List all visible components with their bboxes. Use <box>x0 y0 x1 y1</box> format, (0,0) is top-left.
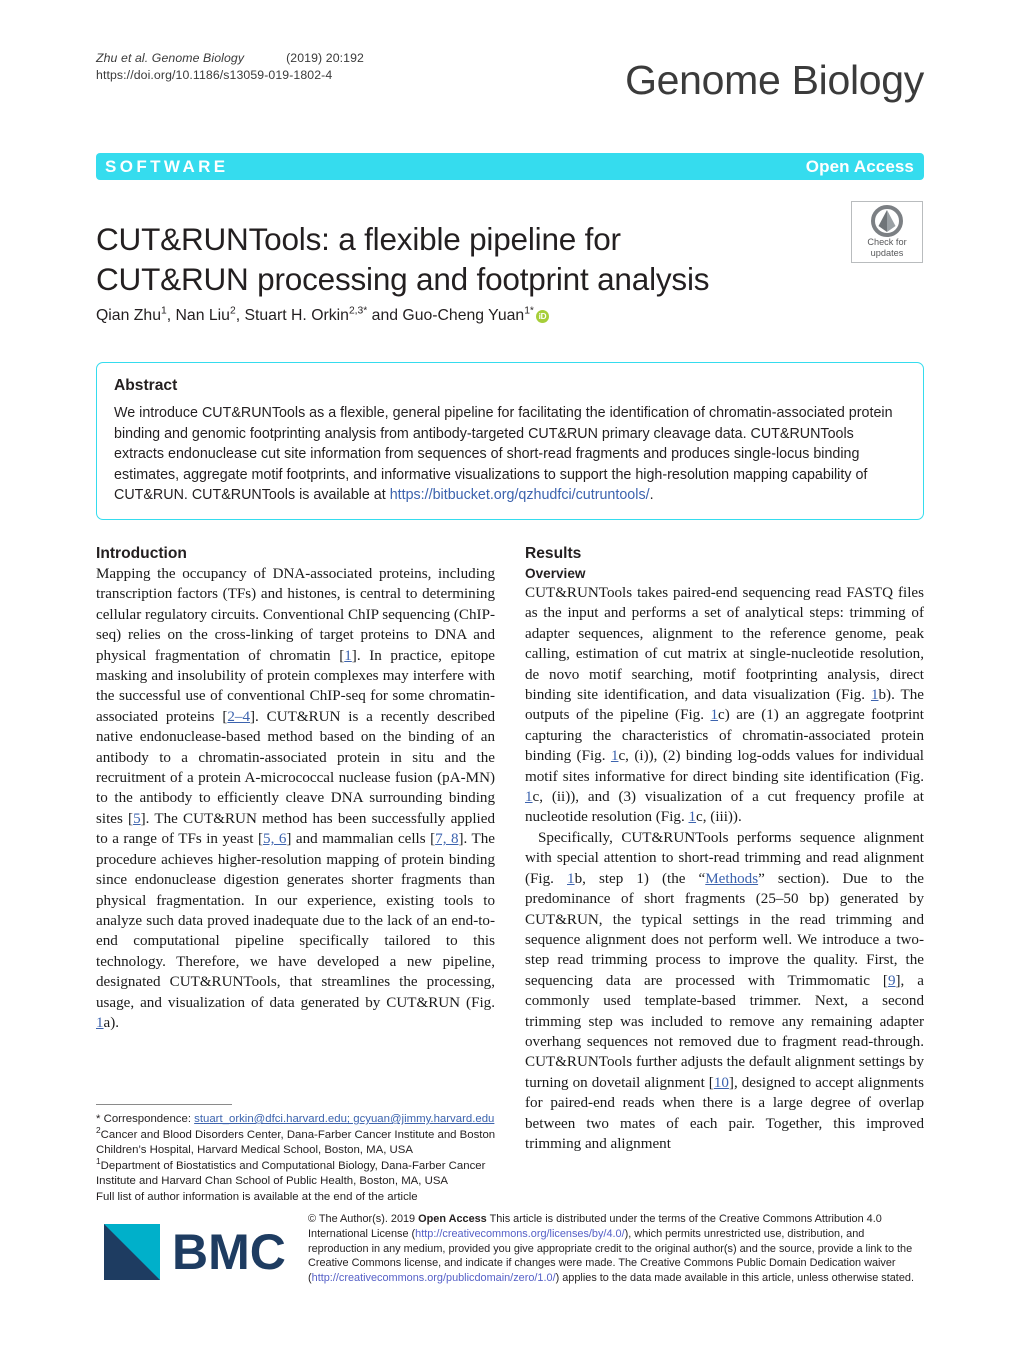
paragraph-text: a). <box>103 1014 120 1031</box>
overview-paragraph-1: CUT&RUNTools takes paired-end sequencing… <box>525 583 924 828</box>
overview-subheading: Overview <box>525 566 586 581</box>
abstract-trailing-period: . <box>649 487 654 504</box>
paragraph-text: ]. CUT&RUN is a recently described nativ… <box>96 708 495 827</box>
crossmark-label-line1: Check for <box>867 237 907 247</box>
bmc-logo: BMC <box>104 1224 294 1282</box>
paragraph-text: ]. The procedure achieves higher-resolut… <box>96 831 496 1011</box>
article-type-label: SOFTWARE <box>105 156 229 176</box>
article-page: Zhu et al. Genome Biology (2019) 20:192 h… <box>0 0 1020 1355</box>
citation-link[interactable]: 2–4 <box>227 709 250 725</box>
abstract-repository-link[interactable]: https://bitbucket.org/qzhudfci/cutruntoo… <box>390 487 650 503</box>
journal-logo: Genome Biology <box>625 57 924 103</box>
affiliation-2: 2Cancer and Blood Disorders Center, Dana… <box>96 1126 500 1159</box>
methods-section-link[interactable]: Methods <box>705 871 758 887</box>
author-name: Nan Liu <box>175 307 230 324</box>
copyright-text: ) applies to the data made available in … <box>555 1272 914 1285</box>
footnote-divider <box>96 1104 232 1105</box>
copyright-text: © The Author(s). 2019 <box>308 1213 419 1225</box>
introduction-heading: Introduction <box>96 545 187 562</box>
figure-link[interactable]: 1 <box>711 707 719 723</box>
author-separator: , <box>166 307 176 324</box>
introduction-paragraph: Mapping the occupancy of DNA-associated … <box>96 564 495 1033</box>
affiliation-1: 1Department of Biostatistics and Computa… <box>96 1157 500 1190</box>
orcid-icon[interactable]: iD <box>535 310 549 323</box>
article-type-banner: SOFTWARE Open Access <box>96 153 924 180</box>
paragraph-text: ], a commonly used template-based trimme… <box>525 972 925 1091</box>
crossmark-label: Check for updates <box>852 237 922 258</box>
open-access-emphasis: Open Access <box>418 1213 487 1225</box>
crossmark-badge[interactable]: Check for updates <box>851 201 923 263</box>
running-head-volume: (2019) 20:192 <box>286 51 364 65</box>
left-column: Introduction Mapping the occupancy of DN… <box>96 543 495 1033</box>
affiliation-text: Cancer and Blood Disorders Center, Dana-… <box>96 1128 496 1157</box>
crossmark-icon <box>871 205 903 237</box>
running-head-citation: Zhu et al. Genome Biology <box>96 51 245 65</box>
citation-link[interactable]: 10 <box>714 1075 729 1091</box>
license-link[interactable]: http://creativecommons.org/licenses/by/4… <box>415 1228 624 1240</box>
paragraph-text: c, (iii)). <box>696 809 742 826</box>
citation-link[interactable]: 1 <box>344 648 352 664</box>
paragraph-text: b, step 1) (the “ <box>574 870 706 887</box>
author-name: Stuart H. Orkin <box>244 307 349 324</box>
abstract-box: Abstract We introduce CUT&RUNTools as a … <box>96 362 924 520</box>
figure-link[interactable]: 1 <box>567 871 575 887</box>
overview-paragraph-2: Specifically, CUT&RUNTools performs sequ… <box>525 828 924 1155</box>
running-head: Zhu et al. Genome Biology (2019) 20:192 h… <box>96 50 556 84</box>
correspondence-label: * Correspondence: <box>96 1113 195 1125</box>
figure-link[interactable]: 1 <box>689 809 697 825</box>
paragraph-text: ” section). Due to the predominance of s… <box>525 870 924 989</box>
paragraph-text: ] and mammalian cells [ <box>286 831 436 848</box>
citation-link[interactable]: 9 <box>888 973 896 989</box>
copyright-notice: © The Author(s). 2019 Open Access This a… <box>308 1212 924 1286</box>
citation-link[interactable]: 5, 6 <box>263 831 286 847</box>
correspondence-emails[interactable]: stuart_orkin@dfci.harvard.edu; gcyuan@ji… <box>194 1113 494 1125</box>
author-name: Guo-Cheng Yuan <box>402 307 525 324</box>
full-author-list-note: Full list of author information is avail… <box>96 1190 418 1203</box>
author-list: Qian Zhu1, Nan Liu2, Stuart H. Orkin2,3*… <box>96 305 549 327</box>
citation-link[interactable]: 7, 8 <box>435 831 458 847</box>
crossmark-label-line2: updates <box>870 247 904 258</box>
correspondence-line: * Correspondence: stuart_orkin@dfci.harv… <box>96 1112 500 1128</box>
paragraph-text: CUT&RUNTools takes paired-end sequencing… <box>525 585 924 704</box>
correspondence-block: * Correspondence: stuart_orkin@dfci.harv… <box>96 1104 500 1206</box>
results-heading: Results <box>525 545 582 562</box>
author-affiliation-marker: 1* <box>524 305 534 317</box>
open-access-label: Open Access <box>805 156 914 176</box>
figure-link[interactable]: 1 <box>871 687 879 703</box>
page-title: CUT&RUNTools: a flexible pipeline for CU… <box>96 221 710 298</box>
figure-link[interactable]: 1 <box>525 789 533 805</box>
abstract-heading: Abstract <box>114 377 178 394</box>
affiliation-text: Department of Biostatistics and Computat… <box>96 1159 486 1188</box>
author-separator: and <box>367 307 403 324</box>
author-name: Qian Zhu <box>96 307 161 324</box>
doi-text: https://doi.org/10.1186/s13059-019-1802-… <box>96 68 333 82</box>
figure-link[interactable]: 1 <box>96 1015 104 1031</box>
citation-link[interactable]: 5 <box>133 811 141 827</box>
author-affiliation-marker: 2,3* <box>348 305 368 317</box>
abstract-text: We introduce CUT&RUNTools as a flexible,… <box>114 403 906 506</box>
public-domain-waiver-link[interactable]: http://creativecommons.org/publicdomain/… <box>312 1272 556 1284</box>
right-column: Results Overview CUT&RUNTools takes pair… <box>525 543 924 1154</box>
svg-text:BMC: BMC <box>172 1224 286 1280</box>
